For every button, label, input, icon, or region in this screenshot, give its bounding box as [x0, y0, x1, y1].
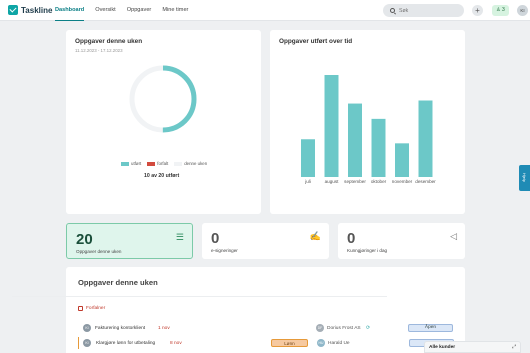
calendar-icon — [78, 306, 83, 311]
badge-count: 3 — [502, 7, 505, 13]
progress-donut — [129, 65, 197, 133]
overdue-section-header[interactable]: Forfalner — [78, 306, 105, 311]
open-task-button[interactable]: Åpen — [408, 324, 453, 332]
main-nav: Dashboard Oversikt Oppgaver Mine timer — [55, 0, 199, 21]
task-name[interactable]: Klargjøre lønn for utbetaling — [96, 341, 155, 346]
search-icon — [390, 8, 395, 13]
x-tick-label: juli — [304, 179, 311, 184]
assignee-name: Harald Ue — [328, 340, 350, 346]
search-box[interactable] — [383, 4, 464, 17]
nav-dashboard[interactable]: Dashboard — [55, 0, 85, 21]
legend-week: denne uken — [174, 161, 207, 166]
task-row[interactable]: KI Klargjøre lønn for utbetaling 8 nov L… — [78, 337, 456, 349]
task-list-title: Oppgaver denne uken — [78, 278, 158, 287]
user-avatar[interactable]: KI — [517, 5, 528, 16]
weekly-tasks-title: Oppgaver denne uken — [75, 38, 143, 45]
legend-done: utført — [121, 161, 141, 166]
stat-label: e-signeringer — [211, 248, 238, 253]
expand-icon[interactable]: ⤢ — [512, 342, 516, 353]
search-input[interactable] — [399, 7, 454, 14]
stat-esign[interactable]: 0 e-signeringer ✍ — [202, 223, 329, 259]
overdue-label: Forfalner — [86, 306, 106, 311]
nav-oversikt[interactable]: Oversikt — [95, 0, 116, 21]
x-tick-label: desember — [415, 179, 436, 184]
notification-badge[interactable]: ♙ 3 — [492, 5, 509, 16]
task-row[interactable]: KI Fakturering kontorklient 1 nov DF Dor… — [78, 322, 456, 334]
assignee-name: Dorius Frost AS — [327, 325, 361, 331]
task-name[interactable]: Fakturering kontorklient — [95, 326, 145, 331]
nav-oppgaver[interactable]: Oppgaver — [127, 0, 152, 21]
stat-value: 20 — [76, 231, 93, 248]
task-tag[interactable]: Lønn — [271, 339, 308, 347]
bar-juli — [301, 139, 315, 177]
stat-announcements[interactable]: 0 Kunngjøringer i dag ◁ — [338, 223, 465, 259]
stat-value: 0 — [347, 230, 356, 247]
bar-august — [324, 75, 339, 177]
task-avatar: KI — [83, 339, 91, 347]
legend-overdue: forfalt — [147, 161, 168, 166]
customers-panel[interactable]: Alle kunder ⤢ — [424, 341, 521, 353]
bar-november — [395, 143, 409, 177]
check-logo-icon — [8, 5, 18, 15]
add-button[interactable]: + — [472, 5, 483, 16]
x-tick-label: september — [344, 179, 366, 184]
x-tick-label: oktober — [371, 179, 387, 184]
bar-oktober — [371, 118, 386, 177]
signature-icon: ✍ — [309, 231, 321, 241]
x-tick-label: november — [392, 179, 413, 184]
assignee-avatar: DF — [316, 324, 324, 332]
completed-bar-chart: juli august september oktober november desemb… — [301, 75, 436, 184]
bar-september — [348, 103, 362, 177]
checklist-icon: ☰ — [175, 232, 184, 242]
stat-label: Kunngjøringer i dag — [347, 248, 388, 253]
stat-value: 0 — [211, 230, 220, 247]
nav-mine-timer[interactable]: Mine timer — [162, 0, 188, 21]
task-due-date: 1 nov — [158, 325, 170, 331]
task-avatar: KI — [83, 324, 91, 332]
help-side-tab[interactable]: Hjelp — [519, 165, 530, 191]
assignee-avatar: HU — [317, 339, 325, 347]
stat-label: Oppgaver denne uken — [76, 249, 122, 254]
task-due-date: 8 nov — [170, 340, 182, 346]
divider — [12, 296, 387, 297]
megaphone-icon: ◁ — [450, 231, 457, 241]
sync-icon: ⟳ — [366, 325, 371, 331]
donut-legend: utført forfalt denne uken — [121, 161, 213, 166]
customers-label: Alle kunder — [429, 345, 456, 350]
date-range: 11.12.2023 - 17.12.2023 — [75, 48, 123, 53]
x-tick-label: august — [325, 179, 340, 184]
donut-summary: 10 av 20 utført — [144, 173, 180, 179]
top-bar: Taskline Dashboard Oversikt Oppgaver Min… — [0, 0, 530, 21]
app-name: Taskline — [21, 5, 53, 15]
bar-desember — [418, 100, 433, 177]
stat-weekly-tasks[interactable]: 20 Oppgaver denne uken ☰ — [66, 223, 193, 259]
app-logo[interactable]: Taskline — [8, 5, 52, 15]
